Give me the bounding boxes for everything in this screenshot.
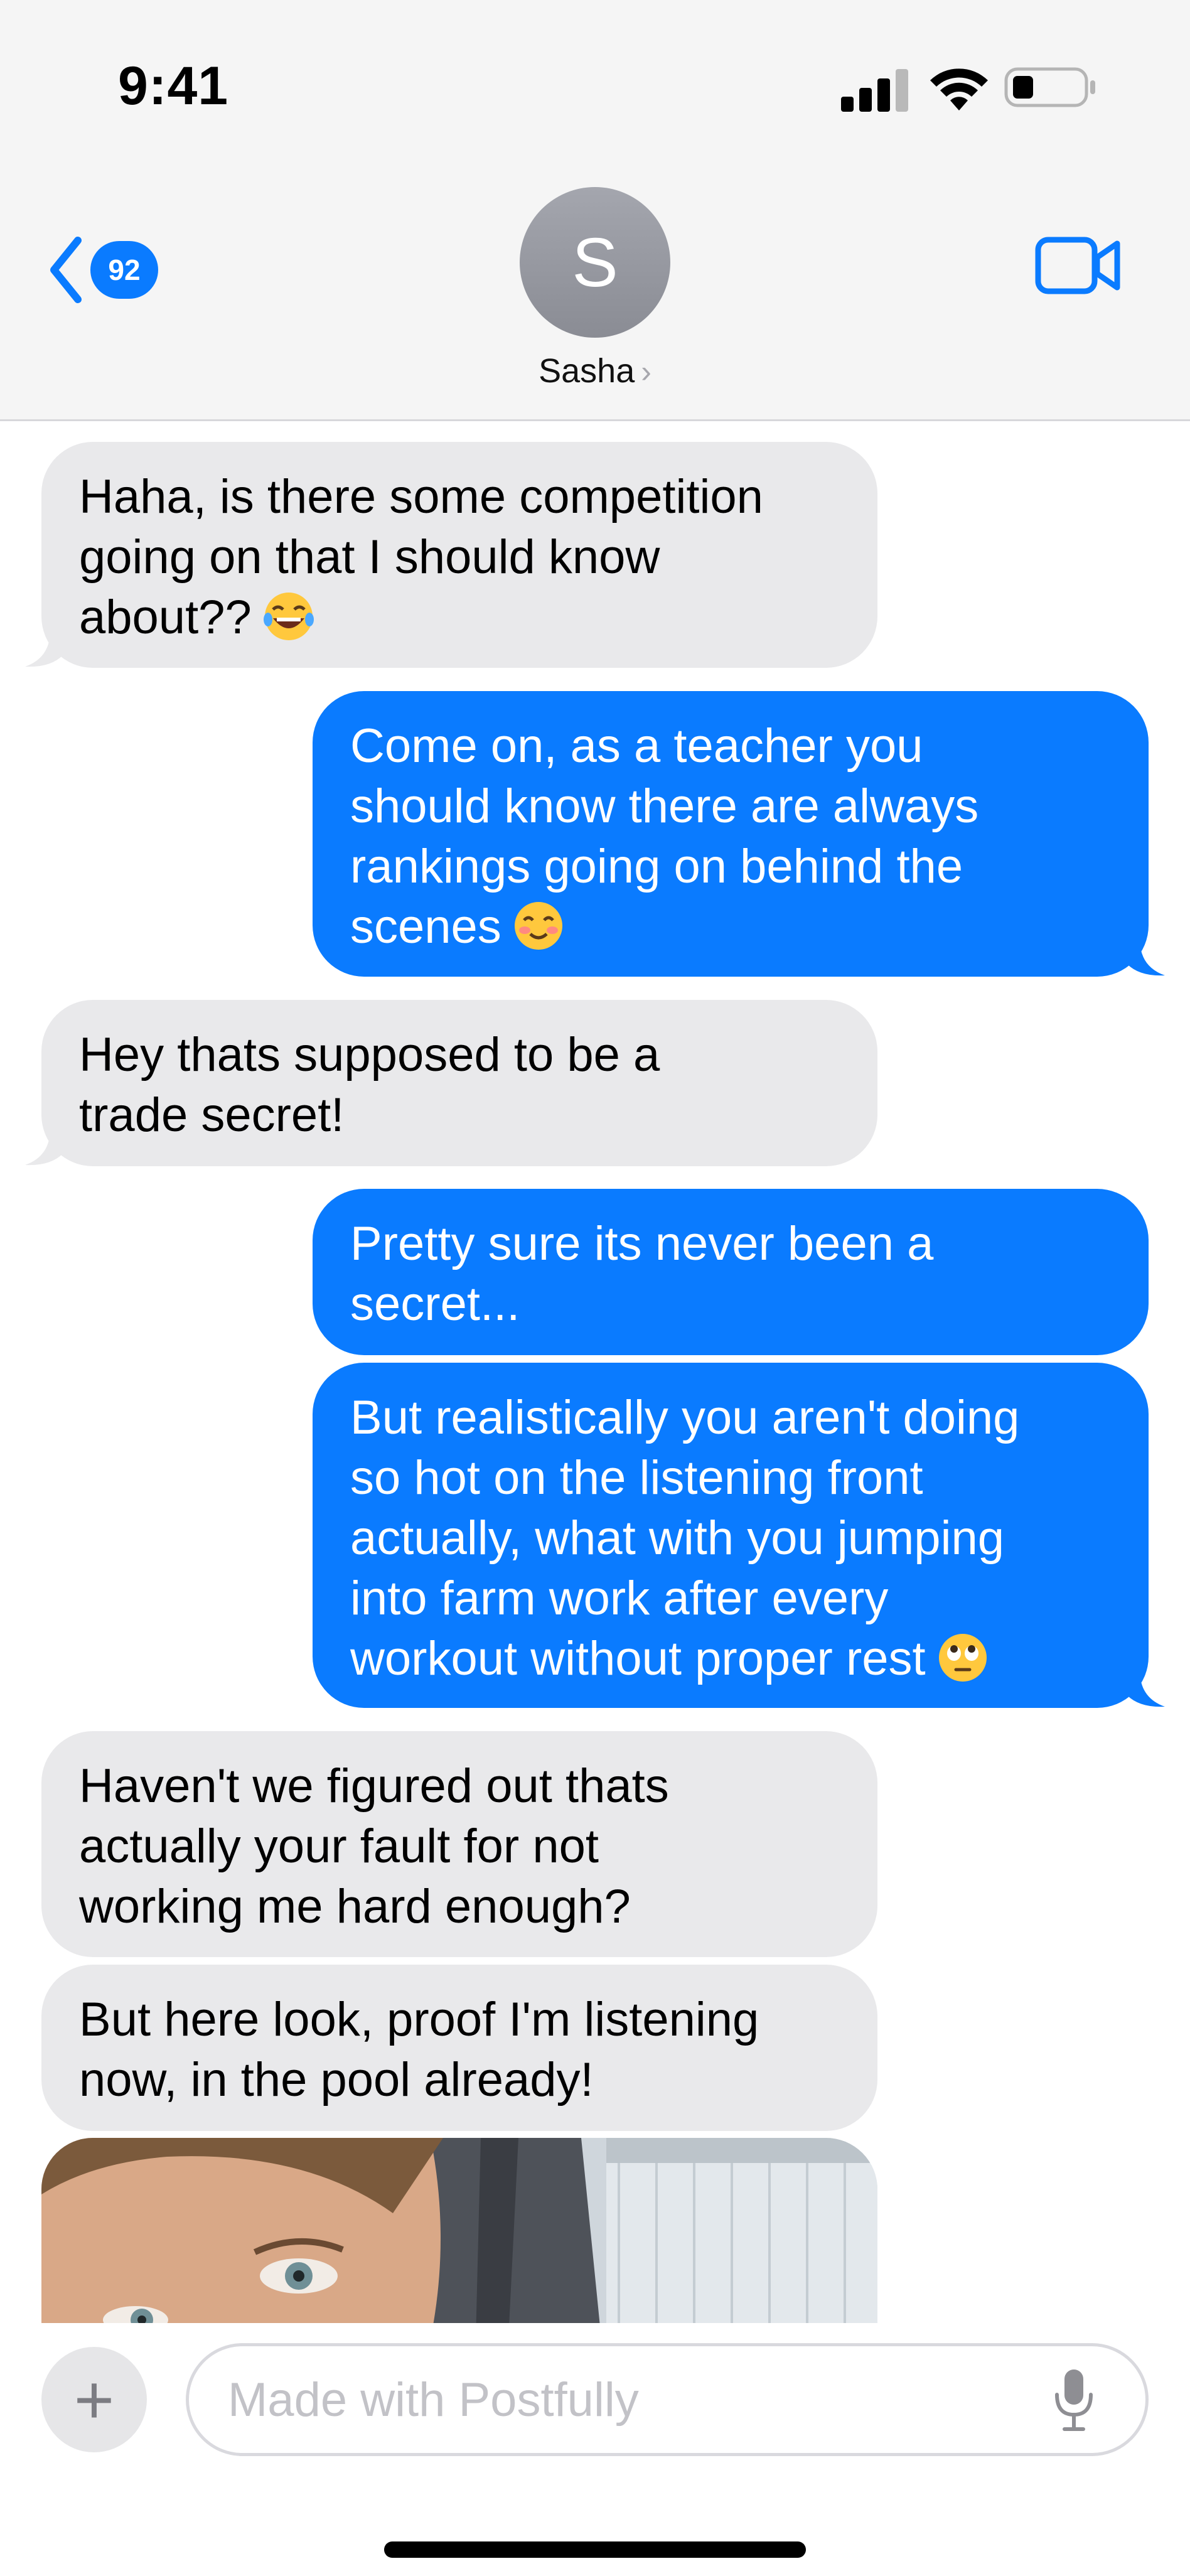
contact-name: Sasha bbox=[539, 352, 635, 390]
eye-roll-emoji bbox=[938, 1634, 987, 1682]
message-line: Come on, as a teacher you bbox=[350, 719, 923, 773]
message-line: trade secret! bbox=[79, 1088, 345, 1142]
message-line: Haven't we figured out thats bbox=[79, 1759, 669, 1813]
smiling-blush-emoji bbox=[514, 902, 562, 950]
status-bar: 9:41 bbox=[0, 0, 1190, 163]
incoming-message-bubble[interactable]: Haha, is there some competition going on… bbox=[41, 442, 877, 668]
video-camera-icon[interactable] bbox=[1034, 231, 1122, 300]
cellular-signal-icon bbox=[841, 69, 908, 112]
bubble-tail bbox=[25, 1129, 63, 1166]
bubble-tail bbox=[1127, 1670, 1165, 1707]
message-line: scenes bbox=[350, 900, 501, 953]
message-line: workout without proper rest bbox=[350, 1632, 926, 1685]
message-line: now, in the pool already! bbox=[79, 2053, 594, 2106]
incoming-photo-message[interactable] bbox=[41, 2138, 877, 2323]
message-line: Haha, is there some competition bbox=[79, 470, 763, 523]
bubble-tail bbox=[1127, 939, 1165, 976]
wifi-icon bbox=[930, 68, 988, 110]
incoming-message-bubble[interactable]: Hey thats supposed to be a trade secret! bbox=[41, 1000, 877, 1166]
conversation-header: 92 S Sasha › bbox=[0, 163, 1190, 421]
message-line: actually your fault for not bbox=[79, 1820, 599, 1873]
message-line: But here look, proof I'm listening bbox=[79, 1993, 759, 2046]
message-line: actually, what with you jumping bbox=[350, 1511, 1004, 1565]
message-line: working me hard enough? bbox=[79, 1880, 631, 1933]
plus-icon[interactable]: + bbox=[41, 2347, 147, 2452]
message-line: into farm work after every bbox=[350, 1572, 889, 1625]
message-line: Pretty sure its never been a bbox=[350, 1217, 934, 1270]
status-time: 9:41 bbox=[118, 56, 229, 116]
message-line: going on that I should know bbox=[79, 530, 660, 584]
incoming-message-bubble[interactable]: Haven't we figured out thats actually yo… bbox=[41, 1731, 877, 1957]
message-line: Hey thats supposed to be a bbox=[79, 1028, 660, 1081]
message-line: about?? bbox=[79, 591, 252, 644]
contact-name-button[interactable]: Sasha › bbox=[0, 352, 1190, 390]
outgoing-message-bubble[interactable]: Come on, as a teacher you should know th… bbox=[313, 691, 1149, 977]
message-line: But realistically you aren't doing bbox=[350, 1391, 1020, 1444]
laughing-with-tears-emoji bbox=[263, 593, 314, 640]
back-button[interactable]: 92 bbox=[48, 226, 173, 314]
outgoing-message-bubble[interactable]: Pretty sure its never been a secret... bbox=[313, 1189, 1149, 1355]
message-line: should know there are always bbox=[350, 780, 979, 833]
message-input[interactable] bbox=[186, 2343, 1149, 2456]
compose-bar: + bbox=[0, 2323, 1190, 2576]
battery-icon bbox=[1004, 67, 1095, 107]
message-line: secret... bbox=[350, 1277, 520, 1331]
selfie-photo bbox=[41, 2138, 877, 2323]
message-line: rankings going on behind the bbox=[350, 840, 963, 893]
unread-count-badge: 92 bbox=[90, 241, 158, 299]
message-thread[interactable]: Haha, is there some competition going on… bbox=[0, 421, 1190, 2323]
chevron-left-icon bbox=[50, 237, 82, 303]
incoming-message-bubble[interactable]: But here look, proof I'm listening now, … bbox=[41, 1965, 877, 2131]
message-line: so hot on the listening front bbox=[350, 1451, 923, 1505]
outgoing-message-bubble[interactable]: But realistically you aren't doing so ho… bbox=[313, 1363, 1149, 1708]
contact-avatar[interactable]: S bbox=[520, 187, 670, 338]
bubble-tail bbox=[25, 630, 63, 667]
home-indicator[interactable] bbox=[384, 2541, 806, 2558]
microphone-icon[interactable] bbox=[1052, 2367, 1096, 2432]
chevron-right-icon: › bbox=[641, 354, 651, 389]
